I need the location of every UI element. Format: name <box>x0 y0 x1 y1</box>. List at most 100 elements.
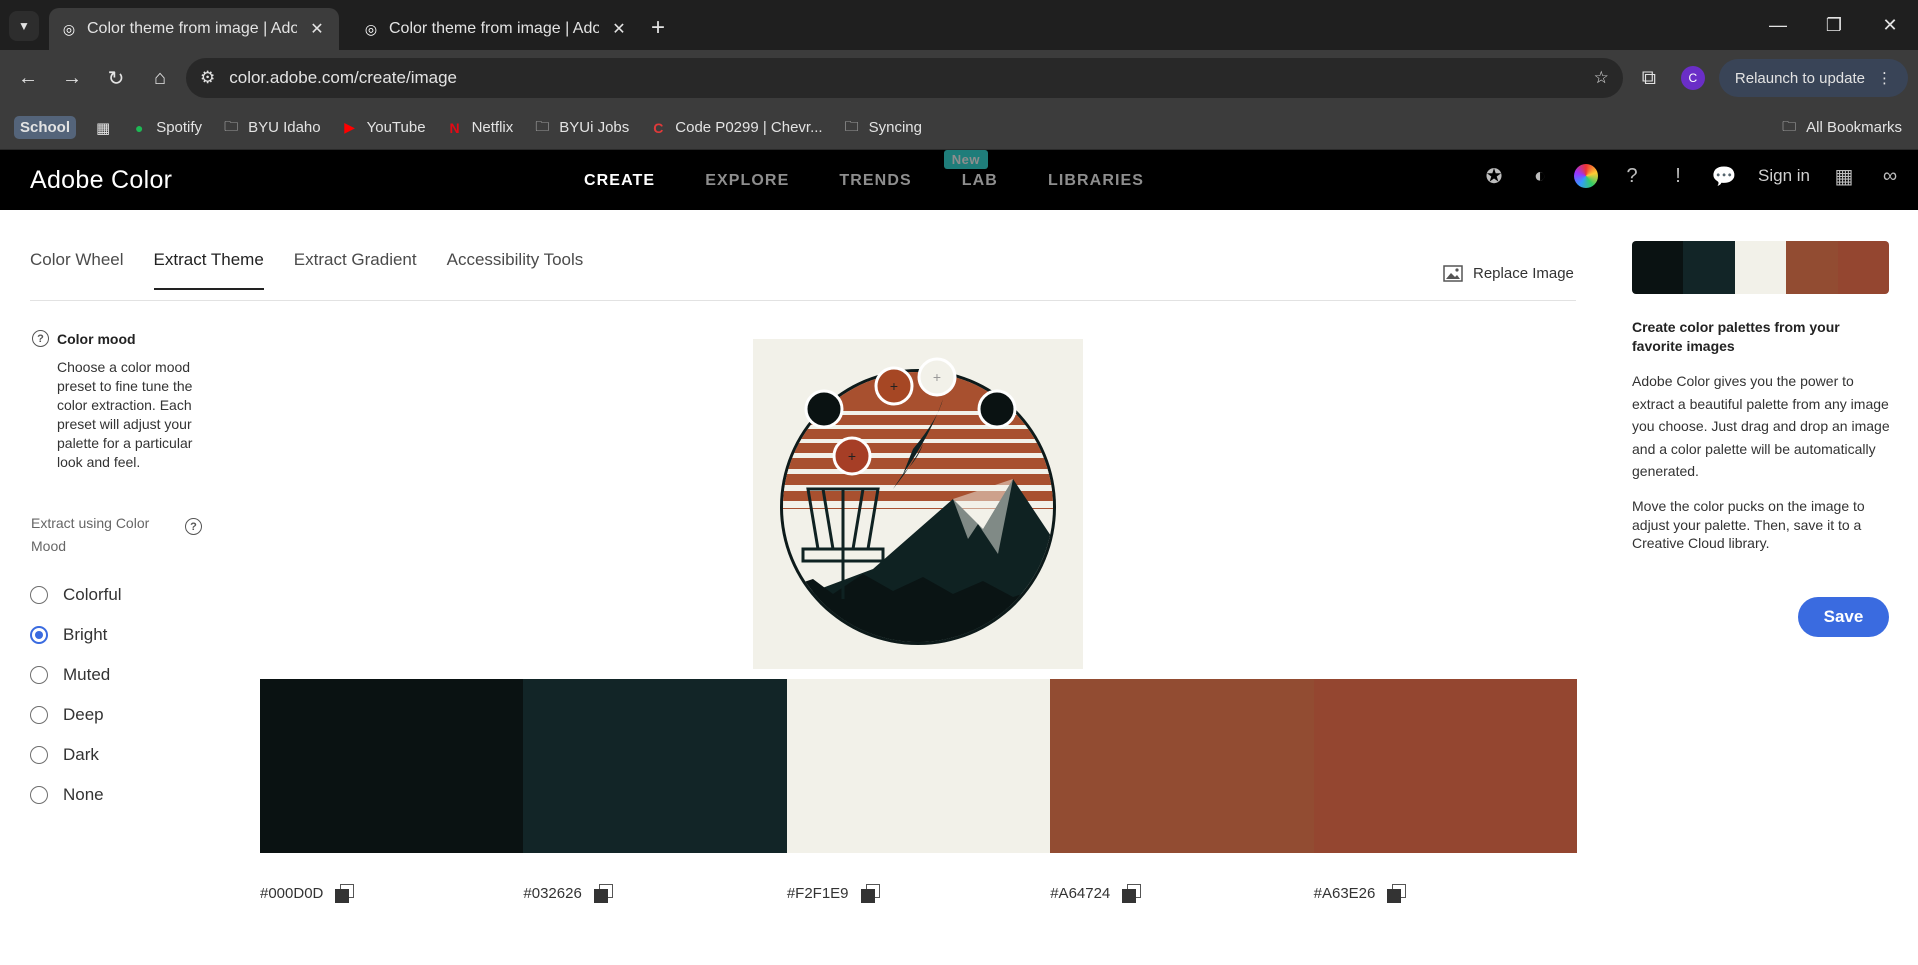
minimize-icon[interactable]: — <box>1750 15 1806 36</box>
color-wheel-icon[interactable] <box>1574 164 1599 188</box>
hex-cell-4: #A64724 <box>1050 884 1313 903</box>
radio-deep[interactable]: Deep <box>30 703 122 726</box>
all-bookmarks[interactable]: 🗀 All Bookmarks <box>1780 117 1902 137</box>
url-text[interactable]: color.adobe.com/create/image <box>229 68 1579 88</box>
bookmark-label: Code P0299 | Chevr... <box>675 119 823 136</box>
relaunch-button[interactable]: Relaunch to update ⋮ <box>1718 59 1908 97</box>
bookmark-code[interactable]: C Code P0299 | Chevr... <box>649 119 822 136</box>
browser-tab-1[interactable]: ◎ Color theme from image | Adob ✕ <box>49 8 339 50</box>
replace-image-button[interactable]: Replace Image <box>1443 265 1574 282</box>
color-mood-title: Color mood <box>57 330 136 347</box>
bookmark-star-icon[interactable]: ☆ <box>1594 68 1609 88</box>
creative-cloud-icon[interactable]: ∞ <box>1878 164 1902 188</box>
mini-swatch-5 <box>1837 241 1889 294</box>
hex-value[interactable]: #000D0D <box>260 885 323 902</box>
apps-grid-icon[interactable]: ▦ <box>96 119 110 137</box>
apps-grid-icon[interactable]: ▦ <box>1832 164 1856 188</box>
swatch-5[interactable] <box>1313 679 1578 853</box>
hex-cell-2: #032626 <box>523 884 786 903</box>
restore-icon[interactable]: ❐ <box>1806 15 1862 36</box>
radio-circle[interactable] <box>30 585 48 604</box>
radio-circle[interactable] <box>30 665 48 684</box>
tab-accessibility-tools[interactable]: Accessibility Tools <box>447 250 584 290</box>
back-icon[interactable]: ← <box>10 60 46 96</box>
radio-circle[interactable] <box>30 625 48 644</box>
swatch-3[interactable] <box>786 679 1051 853</box>
bookmark-school[interactable]: School <box>14 116 77 139</box>
close-tab-icon[interactable]: ✕ <box>307 19 327 39</box>
browser-tab-2[interactable]: ◎ Color theme from image | Adob ✕ <box>351 8 641 50</box>
swatch-4[interactable] <box>1050 679 1314 853</box>
more-menu-icon[interactable]: ⋮ <box>1877 69 1892 87</box>
right-panel-paragraph-2: Move the color pucks on the image to adj… <box>1632 498 1865 551</box>
radio-muted[interactable]: Muted <box>30 663 122 686</box>
color-puck-1 <box>804 389 844 429</box>
nav-lab[interactable]: New LAB <box>943 150 998 190</box>
radio-circle[interactable] <box>30 785 48 804</box>
copy-icon[interactable] <box>335 884 355 903</box>
color-puck-2 <box>977 389 1017 429</box>
bookmark-syncing[interactable]: 🗀 Syncing <box>843 118 922 137</box>
hex-value[interactable]: #A63E26 <box>1314 885 1376 902</box>
mini-swatch-3 <box>1734 241 1787 294</box>
bookmarks-bar: School ▦ ● Spotify 🗀 BYU Idaho ▶ YouTube NN… <box>0 106 1918 150</box>
nav-libraries[interactable]: LIBRARIES <box>1048 172 1144 190</box>
extensions-icon[interactable]: ⧉ <box>1631 60 1667 96</box>
address-bar[interactable]: ⚙ color.adobe.com/create/image ☆ <box>186 58 1623 98</box>
radio-dark[interactable]: Dark <box>30 743 122 766</box>
bookmark-byui-jobs[interactable]: 🗀 BYUi Jobs <box>533 118 629 137</box>
home-icon[interactable]: ⌂ <box>142 60 178 96</box>
nav-explore[interactable]: EXPLORE <box>705 172 789 190</box>
browser-tabstrip: ▼ ◎ Color theme from image | Adob ✕ ◎ Co… <box>0 0 1918 50</box>
folder-icon: 🗀 <box>1782 117 1797 134</box>
bookmark-youtube[interactable]: ▶ YouTube <box>341 119 426 136</box>
swatch-1[interactable] <box>260 679 524 853</box>
bookmark-label: YouTube <box>366 119 426 136</box>
site-info-icon[interactable]: ⚙ <box>200 68 215 88</box>
copy-icon[interactable] <box>593 884 613 903</box>
tab-extract-theme[interactable]: Extract Theme <box>153 250 264 290</box>
copy-icon[interactable] <box>860 884 880 903</box>
bookmark-spotify[interactable]: ● Spotify <box>130 119 202 136</box>
brand-logo[interactable]: Adobe Color <box>30 166 172 195</box>
radio-bright[interactable]: Bright <box>30 623 122 646</box>
save-button[interactable]: Save <box>1798 597 1889 637</box>
copy-icon[interactable] <box>1122 884 1142 903</box>
source-image: + + + <box>753 339 1083 669</box>
tab-extract-gradient[interactable]: Extract Gradient <box>294 250 417 290</box>
star-badge-icon[interactable]: ✪ <box>1482 164 1506 188</box>
radio-circle[interactable] <box>30 745 48 764</box>
tab-color-wheel[interactable]: Color Wheel <box>30 250 124 290</box>
extract-mood-label: Extract using Color Mood <box>31 515 150 554</box>
help-icon[interactable]: ? <box>1620 164 1644 188</box>
hex-value[interactable]: #A64724 <box>1050 885 1110 902</box>
reload-icon[interactable]: ↻ <box>98 60 134 96</box>
close-tab-icon[interactable]: ✕ <box>609 19 629 39</box>
contrast-icon[interactable]: ◐ <box>1528 164 1552 188</box>
hex-value[interactable]: #032626 <box>523 885 581 902</box>
sign-in-link[interactable]: Sign in <box>1758 166 1810 186</box>
bookmark-byu-idaho[interactable]: 🗀 BYU Idaho <box>222 118 321 137</box>
nav-trends[interactable]: TRENDS <box>839 172 911 190</box>
feedback-icon[interactable]: 💬 <box>1712 164 1737 188</box>
radio-colorful[interactable]: Colorful <box>30 583 122 606</box>
adobe-header: Adobe Color CREATE EXPLORE TRENDS New LAB… <box>0 150 1918 210</box>
close-window-icon[interactable]: ✕ <box>1862 15 1918 36</box>
help-icon[interactable]: ? <box>185 518 202 535</box>
swatch-2[interactable] <box>523 679 787 853</box>
tab-search-button[interactable]: ▼ <box>9 11 39 41</box>
copy-icon[interactable] <box>1387 884 1407 903</box>
hex-value[interactable]: #F2F1E9 <box>787 885 849 902</box>
new-tab-button[interactable]: + <box>641 14 675 42</box>
profile-button[interactable]: C <box>1675 60 1711 96</box>
forward-icon[interactable]: → <box>54 60 90 96</box>
help-icon[interactable]: ? <box>32 330 49 347</box>
bookmark-label: Syncing <box>868 119 922 136</box>
radio-circle[interactable] <box>30 705 48 724</box>
nav-create[interactable]: CREATE <box>584 172 655 190</box>
radio-none[interactable]: None <box>30 783 122 806</box>
alert-icon[interactable]: ! <box>1666 164 1690 188</box>
radio-label: Colorful <box>63 584 122 604</box>
bookmark-netflix[interactable]: N Netflix <box>446 119 514 136</box>
main-nav: CREATE EXPLORE TRENDS New LAB LIBRARIES <box>584 150 1144 190</box>
